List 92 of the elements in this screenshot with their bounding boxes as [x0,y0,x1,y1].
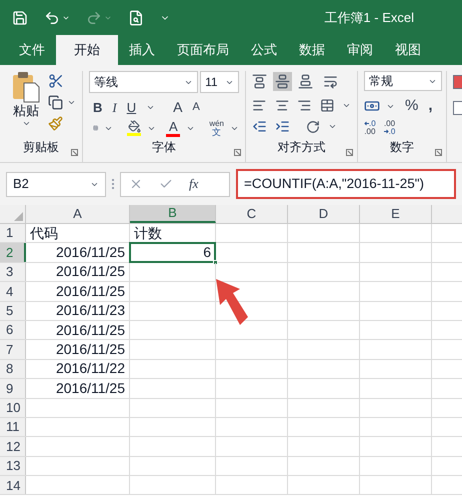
font-style-button[interactable]: I [112,98,117,118]
caret-icon [67,98,76,107]
table-cell-text: 2016/11/25 [54,320,126,340]
row-header[interactable]: 5 [0,302,26,320]
font-name-dropdown[interactable]: 等线 [89,71,198,93]
shrink-font-button[interactable]: A [192,99,200,116]
increase-indent-icon[interactable] [275,119,290,134]
ribbon-tab[interactable]: 开始 [56,35,118,65]
row-header[interactable]: 11 [0,418,26,436]
fill-color-icon[interactable] [128,120,141,133]
dialog-launcher-icon[interactable] [234,149,241,156]
font-color-button[interactable]: A [166,120,180,136]
align-center-icon[interactable] [274,98,289,114]
table-cell-text: 2016/11/25 [54,340,126,360]
row-header[interactable]: 6 [0,320,26,340]
merge-cells-icon[interactable] [320,98,334,114]
row-header[interactable]: 7 [0,340,26,359]
group-label: 数字 [390,139,414,156]
column-header[interactable]: C [216,205,288,223]
save-icon[interactable] [12,10,28,26]
format-painter-icon[interactable] [48,116,63,131]
decrease-indent-icon[interactable] [252,119,267,134]
name-box[interactable]: B2 [6,172,106,196]
row-header[interactable]: 13 [0,456,26,476]
row-header[interactable]: 2 [0,243,26,262]
table-cell-text: 2016/11/22 [54,359,126,378]
row-header[interactable]: 3 [0,262,26,282]
caret-icon [146,103,156,112]
ribbon-tab[interactable]: 审阅 [336,35,384,65]
align-left-icon[interactable] [252,98,266,114]
paste-button[interactable]: 粘贴 [8,71,44,138]
row-header[interactable]: 12 [0,437,26,456]
grow-font-button[interactable]: A [173,97,182,118]
align-right-icon[interactable] [297,98,312,114]
group-label: 剪贴板 [23,139,59,156]
row-header[interactable]: 1 [0,224,26,242]
font-size-dropdown[interactable]: 11 [200,71,239,93]
comma-button[interactable]: , [428,94,433,118]
table-cell-text: 2016/11/25 [54,282,126,301]
row-header[interactable]: 14 [0,476,26,494]
decrease-decimal-button[interactable]: .00 .0 [384,120,396,136]
table-cell-text: 计数 [133,224,163,243]
font-style-button[interactable]: B [93,98,102,118]
ribbon-tab[interactable]: 页面布局 [166,35,240,65]
dialog-launcher-icon[interactable] [435,149,442,156]
print-preview-icon[interactable] [128,10,144,26]
font-style-button[interactable]: U [126,98,136,118]
ribbon-tab[interactable]: 公式 [240,35,288,65]
group-label: 对齐方式 [278,139,326,156]
increase-decimal-button[interactable]: .0 .00 [364,120,376,136]
orientation-icon[interactable] [306,120,320,134]
dialog-launcher-icon[interactable] [71,149,78,156]
clipboard-icon [11,71,41,103]
scissors-icon[interactable] [48,73,64,89]
group-label: 字体 [152,139,176,156]
table-cell-text: 2016/11/25 [54,243,126,262]
column-header[interactable]: E [360,205,432,223]
ribbon-tab[interactable]: 数据 [288,35,336,65]
undo-icon[interactable] [44,10,60,26]
table-cell-text: 6 [202,243,212,262]
row-header[interactable]: 4 [0,282,26,301]
left-arrow-icon [364,121,369,126]
ribbon-tab[interactable]: 文件 [8,35,56,65]
percent-button[interactable]: % [405,94,418,118]
row-header[interactable]: 8 [0,360,26,378]
table-cell-text: 2016/11/25 [54,378,126,398]
row-header[interactable]: 10 [0,398,26,417]
separator-dots-icon [112,179,114,189]
right-arrow-icon [384,129,389,134]
dialog-launcher-icon[interactable] [346,149,353,156]
row-header[interactable]: 9 [0,379,26,398]
phonetic-button[interactable]: wén 文 [209,119,224,137]
ribbon-tab[interactable]: 插入 [118,35,166,65]
table-format-icon[interactable] [453,101,462,115]
cancel-icon[interactable] [129,177,143,191]
table-cell-text: 代码 [29,224,59,243]
table-cell-text: 2016/11/23 [54,301,126,320]
copy-icon[interactable] [48,95,63,110]
number-format-dropdown[interactable]: 常规 [364,71,442,91]
ribbon-tab[interactable]: 视图 [384,35,432,65]
caret-icon [22,119,30,128]
table-cell-text: 2016/11/25 [54,262,126,282]
formula-field[interactable]: =COUNTIF(A:A,"2016-11-25") [236,169,456,199]
insert-function-button[interactable]: fx [189,174,198,194]
top-align-icon[interactable] [252,74,267,89]
window-title: 工作簿1 - Excel [324,8,414,27]
bottom-align-icon[interactable] [298,74,313,89]
fill-color-bar [127,133,142,136]
middle-align-button[interactable] [273,72,292,91]
wrap-text-icon[interactable] [323,74,338,89]
column-header[interactable]: B [130,205,216,223]
column-header[interactable]: D [288,205,360,223]
